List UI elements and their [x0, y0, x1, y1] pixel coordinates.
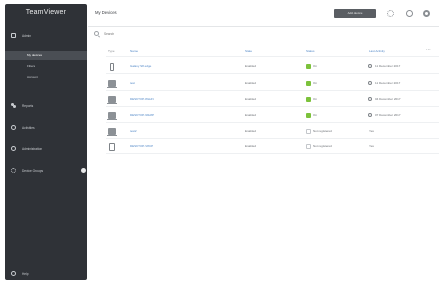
device-last-activity: 07 December 2017: [375, 113, 401, 117]
notification-dot: [81, 168, 86, 173]
column-header-name[interactable]: Name: [130, 49, 138, 53]
status-offline-icon: [306, 129, 311, 134]
page-title: My Devices: [95, 10, 117, 15]
device-name[interactable]: DESKTOP-99L8P: [130, 113, 154, 117]
sidebar-subitem-my-devices[interactable]: My devices: [5, 51, 87, 60]
device-state: Enabled: [245, 144, 257, 148]
device-status: Not registered: [313, 129, 332, 133]
laptop-icon: [107, 112, 117, 120]
laptop-icon: [107, 128, 117, 136]
search-input[interactable]: [104, 29, 224, 38]
column-header-status[interactable]: Status: [306, 49, 315, 53]
divider: [106, 138, 439, 139]
more-options-icon[interactable]: ⋯: [426, 48, 431, 53]
laptop-icon: [107, 80, 117, 88]
device-name[interactable]: test2: [130, 129, 137, 133]
brand-logo: TeamViewer: [25, 9, 67, 16]
sidebar-item-label: Device Groups: [22, 168, 44, 173]
header-divider: [88, 26, 439, 27]
search-icon: [94, 31, 99, 36]
divider: [106, 122, 439, 123]
laptop-icon: [107, 96, 117, 104]
account-icon[interactable]: [423, 10, 430, 17]
status-online-icon: [306, 113, 311, 118]
device-status: On: [313, 64, 318, 68]
device-state: Enabled: [245, 81, 257, 85]
device-last-activity: Yes: [369, 129, 374, 133]
column-header-last-activity[interactable]: Last Activity: [369, 49, 385, 53]
device-state: Enabled: [245, 97, 257, 101]
clock-icon: [368, 64, 372, 68]
divider: [106, 106, 439, 107]
clock-icon: [368, 97, 372, 101]
device-last-activity: 04 December 2017: [375, 97, 401, 101]
device-name[interactable]: DESKTOP-8GHN: [130, 97, 154, 101]
add-device-button[interactable]: Add device: [334, 9, 376, 18]
tablet-icon: [109, 143, 115, 151]
sidebar-item-admin[interactable]: Admin: [11, 31, 31, 40]
device-status: On: [313, 97, 318, 101]
gear-icon: [11, 168, 16, 173]
device-state: Enabled: [245, 64, 257, 68]
clock-icon: [368, 81, 372, 85]
help-icon: [11, 271, 16, 276]
device-last-activity: Yes: [369, 144, 374, 148]
device-last-activity: 11 December 2017: [375, 81, 401, 85]
sidebar-item-device-groups[interactable]: Device Groups: [11, 166, 43, 175]
sidebar-item-label: Help: [22, 271, 29, 276]
menu-icon: [11, 33, 16, 38]
help-icon[interactable]: [406, 10, 413, 17]
status-offline-icon: [306, 144, 311, 149]
divider: [106, 90, 439, 91]
settings-icon[interactable]: [387, 10, 394, 17]
device-state: Enabled: [245, 129, 257, 133]
device-name[interactable]: DESKTOP-V8CP: [130, 144, 153, 148]
table-row[interactable]: Galaxy S8 edge Enabled On 11 December 20…: [0, 61, 439, 73]
status-online-icon: [306, 81, 311, 86]
device-name[interactable]: Galaxy S8 edge: [130, 64, 151, 68]
device-status: On: [313, 81, 318, 85]
device-last-activity: 11 December 2017: [375, 64, 401, 68]
phone-icon: [110, 63, 114, 71]
table-row[interactable]: DESKTOP-8GHN Enabled On 04 December 2017: [0, 94, 439, 106]
table-row[interactable]: test Enabled On 11 December 2017: [0, 78, 439, 90]
device-status: Not registered: [313, 144, 332, 148]
status-online-icon: [306, 64, 311, 69]
status-online-icon: [306, 97, 311, 102]
table-row[interactable]: DESKTOP-99L8P Enabled On 07 December 201…: [0, 110, 439, 122]
sidebar-item-label: Admin: [22, 33, 32, 38]
divider: [106, 56, 439, 57]
sidebar-item-help[interactable]: Help: [11, 269, 29, 278]
divider: [106, 153, 439, 154]
divider: [106, 73, 439, 74]
column-header-type[interactable]: Type: [108, 49, 115, 53]
column-header-state[interactable]: State: [245, 49, 252, 53]
device-status: On: [313, 113, 318, 117]
clock-icon: [368, 113, 372, 117]
device-state: Enabled: [245, 113, 257, 117]
table-row[interactable]: DESKTOP-V8CP Enabled Not registered Yes: [0, 141, 439, 153]
app-window: TeamViewer Admin My devices Filters Acco…: [0, 0, 439, 283]
table-row[interactable]: test2 Enabled Not registered Yes: [0, 126, 439, 138]
device-name[interactable]: test: [130, 81, 135, 85]
